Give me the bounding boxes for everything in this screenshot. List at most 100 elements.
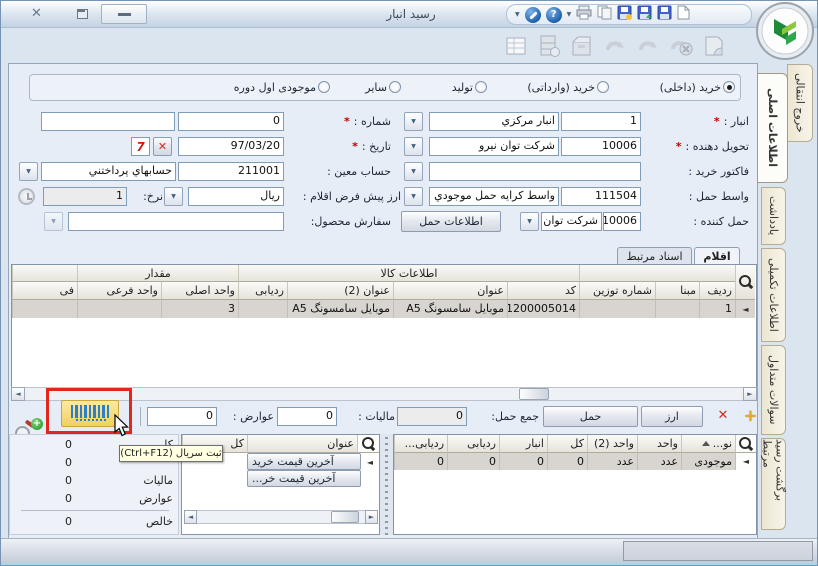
tab-related-documents[interactable]: اسناد مرتبط	[617, 247, 692, 265]
weighing-table-icon[interactable]	[506, 36, 528, 56]
col-main-unit[interactable]: واحد اصلی	[161, 282, 238, 300]
currency-field[interactable]: ریال	[188, 187, 284, 206]
cell-weighing-number[interactable]	[579, 300, 655, 318]
close-icon[interactable]: ✕	[31, 6, 42, 21]
cell-tracking[interactable]	[238, 300, 287, 318]
redo-arrow-icon[interactable]	[636, 34, 660, 58]
scroll-right-icon[interactable]: ►	[743, 387, 757, 401]
radio-other[interactable]	[389, 81, 401, 93]
stock-cell-type[interactable]: موجودی	[681, 453, 735, 470]
cell-title[interactable]: موبایل سامسونگ A5	[393, 300, 507, 318]
carrier-name-field[interactable]: شرکت توان	[541, 212, 602, 231]
purchase-invoice-field[interactable]	[429, 162, 641, 181]
price-row-last-purchase-2[interactable]: آخرین قیمت خر...	[247, 470, 361, 487]
grid-search-cell[interactable]	[735, 265, 755, 300]
ledger-account-code-field[interactable]: 211001	[178, 162, 284, 181]
save-all-icon[interactable]	[657, 5, 672, 24]
price-scroll-left-icon[interactable]: ◄	[184, 510, 197, 524]
cell-basis[interactable]	[655, 300, 699, 318]
warehouse-name-field[interactable]: انبار مرکزي	[429, 112, 559, 131]
radio-purchase-import[interactable]	[597, 81, 609, 93]
ledger-account-name-field[interactable]: حسابهاي پرداختني	[41, 162, 176, 181]
copy-icon[interactable]	[597, 5, 612, 24]
tab-note[interactable]: یادداشت	[761, 187, 786, 245]
stock-cell-unit-2[interactable]: عدد	[587, 453, 637, 470]
calendar-icon[interactable]: 7	[131, 137, 150, 156]
product-order-field[interactable]	[68, 212, 284, 231]
transport-button[interactable]: حمل	[543, 406, 638, 427]
carrier-dropdown[interactable]: ▼	[520, 212, 539, 231]
tab-transfer-exit[interactable]: خروج انتقالی	[787, 64, 813, 142]
stock-cell-total[interactable]: 0	[547, 453, 587, 470]
cell-main-unit[interactable]: 3	[161, 300, 238, 318]
tab-related-receipt-return[interactable]: برگشت رسید مرتبط	[761, 438, 787, 530]
deliverer-name-field[interactable]: شرکت توان نیرو	[429, 137, 559, 156]
restore-icon[interactable]	[77, 9, 88, 19]
stock-cell-tracking[interactable]: 0	[447, 453, 499, 470]
warehouse-code-field[interactable]: 1	[561, 112, 641, 131]
tab-main-info[interactable]: اطلاعات اصلی	[757, 73, 788, 183]
radio-opening-stock[interactable]	[318, 81, 330, 93]
col-title[interactable]: عنوان	[393, 282, 507, 300]
price-row-last-purchase[interactable]: آخرین قیمت خرید	[247, 453, 361, 470]
toolbar-menu-caret-icon[interactable]: ▼	[515, 11, 520, 18]
price-grid-search-cell[interactable]	[357, 435, 379, 453]
delete-row-icon[interactable]: ✕	[715, 407, 731, 425]
col-sub-unit[interactable]: واحد فرعی	[77, 282, 161, 300]
duties-field[interactable]: 0	[147, 407, 217, 426]
cell-price[interactable]	[12, 300, 77, 318]
deliverer-code-field[interactable]: 10006	[561, 137, 641, 156]
currency-dropdown[interactable]: ▼	[164, 187, 183, 206]
ledger-account-dropdown[interactable]: ▼	[19, 162, 38, 181]
col-price[interactable]: فی	[12, 282, 77, 300]
stock-col-warehouse[interactable]: انبار	[499, 435, 547, 453]
undo-arrow-icon[interactable]	[603, 34, 627, 58]
stock-cell-unit[interactable]: عدد	[637, 453, 681, 470]
help-caret-icon[interactable]: ▼	[567, 11, 572, 18]
tab-items[interactable]: اقلام	[694, 247, 740, 265]
col-row[interactable]: ردیف	[699, 282, 735, 300]
cell-sub-unit[interactable]	[77, 300, 161, 318]
deliverer-dropdown[interactable]: ▼	[404, 137, 423, 156]
archive-cabinet-icon[interactable]	[537, 34, 561, 58]
radio-purchase-domestic[interactable]	[723, 81, 735, 93]
save-icon[interactable]	[617, 5, 633, 24]
minimize-button[interactable]	[101, 4, 147, 24]
cancel-document-icon[interactable]	[669, 34, 693, 58]
date-field[interactable]: 97/03/20	[178, 137, 284, 156]
transport-agent-name-field[interactable]: واسط کرایه حمل موجودي ها	[429, 187, 559, 206]
warehouse-dropdown[interactable]: ▼	[404, 112, 423, 131]
print-icon[interactable]	[576, 5, 592, 24]
save-as-icon[interactable]	[637, 5, 652, 24]
stock-cell-tracking-2[interactable]: 0	[394, 453, 447, 470]
add-row-icon[interactable]: +	[743, 407, 758, 425]
stock-cell-warehouse[interactable]: 0	[499, 453, 547, 470]
price-scroll-right-icon[interactable]: ►	[365, 510, 378, 524]
new-document-icon[interactable]	[677, 5, 690, 24]
stock-col-total[interactable]: کل	[547, 435, 587, 453]
scroll-thumb[interactable]	[519, 388, 549, 400]
manual-number-field[interactable]	[41, 112, 175, 131]
transport-total-field[interactable]: 0	[397, 407, 467, 426]
stock-col-tracking-2[interactable]: ردیابی...	[394, 435, 447, 453]
purchase-invoice-dropdown[interactable]: ▼	[404, 162, 423, 181]
page-turn-icon[interactable]	[702, 34, 726, 58]
tools-icon[interactable]	[524, 6, 541, 23]
col-basis[interactable]: مبنا	[655, 282, 699, 300]
col-title-2[interactable]: عنوان (2)	[287, 282, 393, 300]
price-col-title[interactable]: عنوان	[247, 435, 357, 453]
transport-info-button[interactable]: اطلاعات حمل	[401, 211, 501, 232]
cell-code[interactable]: 1200005014	[507, 300, 579, 318]
archive-box-icon[interactable]	[570, 34, 594, 58]
tab-additional-info[interactable]: اطلاعات تکمیلی	[761, 248, 786, 342]
carrier-code-field[interactable]: 10006	[603, 212, 641, 231]
col-code[interactable]: کد	[507, 282, 579, 300]
stock-grid-search-cell[interactable]	[735, 435, 756, 453]
stock-col-unit-2[interactable]: واحد (2)	[587, 435, 637, 453]
rate-history-clock-icon[interactable]	[18, 188, 35, 205]
price-scroll-thumb[interactable]	[331, 511, 359, 523]
tax-field[interactable]: 0	[277, 407, 337, 426]
date-clear-button[interactable]: ✕	[153, 137, 172, 156]
stock-col-tracking[interactable]: ردیابی	[447, 435, 499, 453]
transport-agent-code-field[interactable]: 111504	[561, 187, 641, 206]
